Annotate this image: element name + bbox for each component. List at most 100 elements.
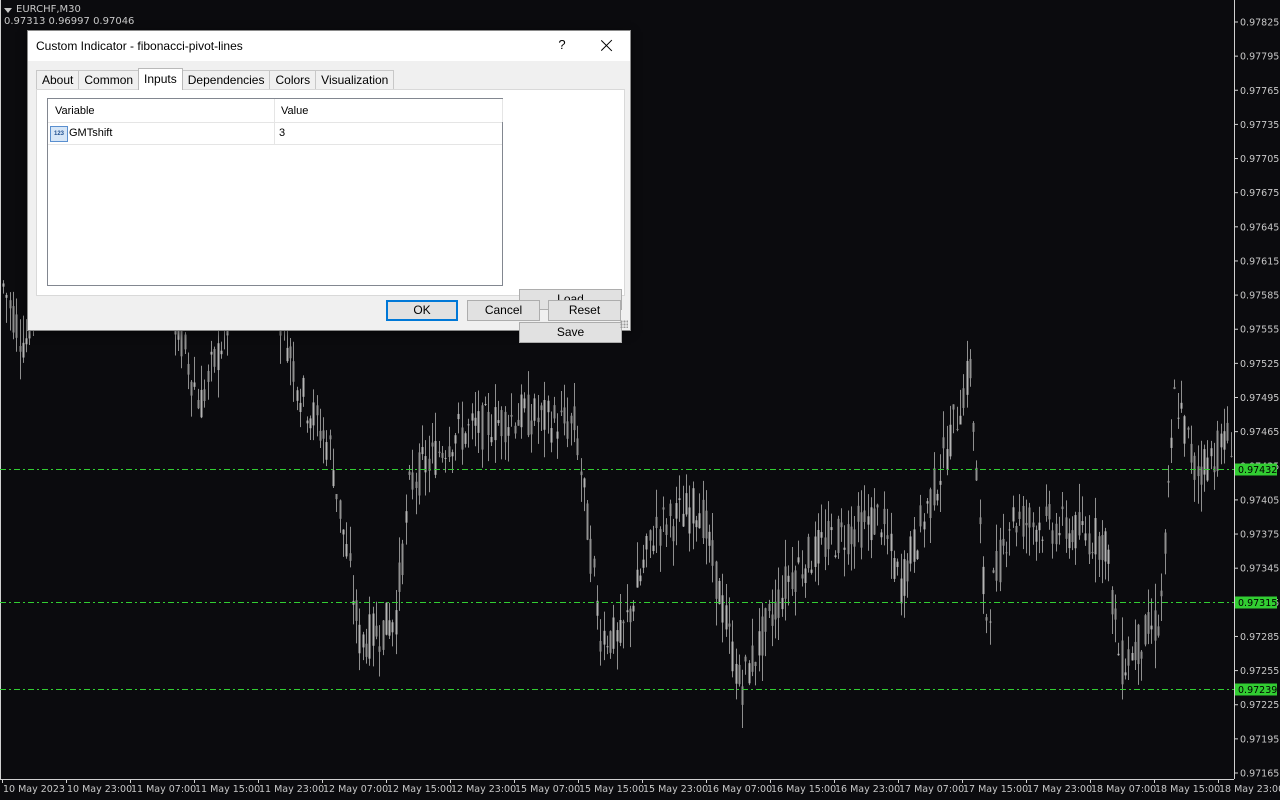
time-tick-label: 18 May 15:00 — [1155, 784, 1220, 795]
candle-body — [853, 529, 856, 547]
candle-body — [847, 524, 850, 555]
column-header-value[interactable]: Value — [281, 105, 308, 117]
candle-body — [612, 617, 615, 649]
candle-body — [936, 493, 939, 501]
tab-inputs[interactable]: Inputs — [138, 68, 183, 90]
dialog-titlebar[interactable]: Custom Indicator - fibonacci-pivot-lines… — [28, 31, 630, 61]
candle-body — [735, 663, 738, 684]
candle-body — [606, 646, 609, 648]
candle-body — [804, 568, 807, 584]
candle-body — [517, 419, 520, 426]
candle-body — [909, 536, 912, 564]
table-row[interactable]: 123 GMTshift 3 — [48, 123, 502, 145]
tab-common[interactable]: Common — [78, 70, 140, 90]
candle-body — [405, 511, 408, 523]
candle-body — [843, 547, 846, 550]
time-tick-label: 18 May 23:00 — [1219, 784, 1280, 795]
candle-body — [1012, 507, 1015, 522]
candle-body — [1008, 529, 1011, 531]
candle-body — [738, 664, 741, 685]
time-tick-label: 11 May 23:00 — [259, 784, 324, 795]
candle-body — [649, 530, 652, 541]
tab-dependencies[interactable]: Dependencies — [181, 70, 271, 90]
candle-body — [431, 442, 434, 447]
time-tick-label: 12 May 15:00 — [387, 784, 452, 795]
tab-colors[interactable]: Colors — [269, 70, 317, 90]
candle-body — [1051, 530, 1054, 544]
candle-body — [721, 595, 724, 623]
candle-body — [438, 451, 441, 453]
candle-body — [1223, 431, 1226, 450]
fib-level-label: 0.97432 — [1238, 465, 1277, 476]
candle-body — [698, 513, 701, 529]
price-tick-label: 0.97585 — [1240, 291, 1279, 302]
tab-about[interactable]: About — [36, 70, 80, 90]
dropdown-arrow-icon[interactable] — [4, 7, 12, 13]
price-tick-label: 0.97615 — [1240, 256, 1279, 267]
price-tick-label: 0.97225 — [1240, 700, 1279, 711]
candle-body — [454, 435, 457, 444]
close-icon[interactable] — [596, 35, 618, 57]
help-button[interactable]: ? — [554, 37, 570, 55]
symbol-label: EURCHF,M30 — [16, 4, 81, 15]
candle-body — [850, 526, 853, 545]
candle-body — [25, 338, 28, 345]
candle-body — [665, 524, 668, 535]
candle-body — [220, 350, 223, 355]
candle-body — [563, 407, 566, 424]
chart-header: EURCHF,M30 0.97313 0.96997 0.97046 — [4, 4, 134, 28]
time-tick-label: 11 May 15:00 — [195, 784, 260, 795]
candle-body — [840, 522, 843, 528]
candle-body — [1101, 535, 1104, 561]
candle-body — [972, 422, 975, 432]
column-divider-end — [502, 99, 503, 122]
candle-body — [332, 470, 335, 487]
candle-body — [471, 413, 474, 421]
candle-body — [992, 570, 995, 573]
candle-body — [1150, 625, 1153, 630]
time-tick-label: 12 May 07:00 — [323, 784, 388, 795]
candle-body — [1180, 402, 1183, 409]
reset-button[interactable]: Reset — [548, 300, 621, 321]
candle-body — [1065, 517, 1068, 539]
candle-body — [1002, 538, 1005, 546]
time-tick-label: 17 May 07:00 — [899, 784, 964, 795]
save-button[interactable]: Save — [519, 322, 622, 343]
candle-body — [645, 536, 648, 550]
candle-body — [547, 400, 550, 413]
candle-body — [451, 452, 454, 457]
candle-body — [1078, 512, 1081, 536]
price-tick-label: 0.97375 — [1240, 530, 1279, 541]
candle-body — [1190, 443, 1193, 463]
row-value[interactable]: 3 — [279, 127, 285, 139]
price-tick-label: 0.97405 — [1240, 495, 1279, 506]
column-header-variable[interactable]: Variable — [55, 105, 95, 117]
candle-body — [639, 575, 642, 582]
candle-body — [543, 399, 546, 430]
resize-grip-icon[interactable] — [620, 320, 628, 328]
candle-body — [781, 597, 784, 610]
candle-body — [1220, 433, 1223, 448]
candle-body — [916, 550, 919, 560]
candle-body — [523, 398, 526, 409]
candle-body — [504, 411, 507, 443]
candle-body — [1114, 608, 1117, 620]
candle-body — [1035, 529, 1038, 542]
time-tick-label: 17 May 15:00 — [963, 784, 1028, 795]
ohlc-readout: 0.97313 0.96997 0.97046 — [4, 16, 135, 27]
candle-body — [200, 389, 203, 418]
candle-body — [1005, 552, 1008, 554]
tab-visualization[interactable]: Visualization — [315, 70, 395, 90]
candle-body — [764, 608, 767, 632]
symbol-row[interactable]: EURCHF,M30 — [4, 4, 134, 16]
candle-body — [12, 306, 15, 333]
candle-body — [197, 399, 200, 409]
candle-body — [933, 468, 936, 506]
candle-body — [421, 447, 424, 455]
ok-button[interactable]: OK — [386, 300, 458, 321]
cancel-button[interactable]: Cancel — [467, 300, 540, 321]
candle-body — [863, 510, 866, 523]
candle-body — [652, 545, 655, 552]
row-variable: GMTshift — [69, 127, 113, 139]
candle-body — [520, 394, 523, 428]
